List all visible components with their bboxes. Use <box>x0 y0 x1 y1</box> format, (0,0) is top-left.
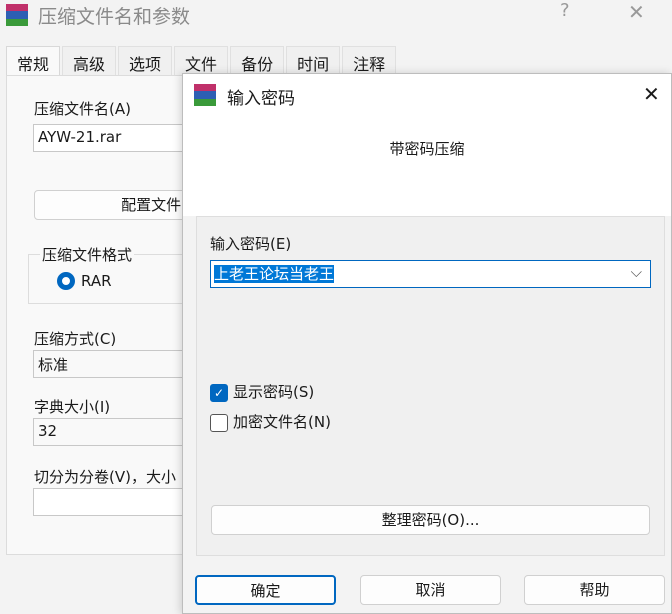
tab-comment[interactable]: 注释 <box>342 46 397 76</box>
tab-files[interactable]: 文件 <box>174 46 229 76</box>
tab-advanced[interactable]: 高级 <box>62 46 117 76</box>
tab-backup[interactable]: 备份 <box>230 46 285 76</box>
tab-bar: 常规 高级 选项 文件 备份 时间 注释 <box>6 46 398 76</box>
checkbox-box <box>210 413 228 432</box>
check-icon: ✓ <box>210 383 228 402</box>
help-button[interactable]: 帮助 <box>524 575 665 605</box>
winrar-logo-icon <box>6 4 28 26</box>
split-input[interactable] <box>33 488 193 516</box>
close-icon[interactable]: ✕ <box>628 0 645 24</box>
dialog-subtitle: 带密码压缩 <box>389 140 465 158</box>
password-combobox[interactable]: 上老王论坛当老王 ⌵ <box>210 260 651 288</box>
rar-label: RAR <box>81 272 112 290</box>
show-password-label: 显示密码(S) <box>233 383 315 401</box>
profile-button[interactable]: 配置文件( <box>34 190 194 220</box>
tab-general[interactable]: 常规 <box>6 46 61 76</box>
show-password-checkbox[interactable]: ✓ 显示密码(S) <box>210 381 314 402</box>
archive-name-label: 压缩文件名(A) <box>34 100 131 118</box>
dict-select[interactable]: 32 <box>33 418 193 446</box>
tab-options[interactable]: 选项 <box>118 46 173 76</box>
tab-time[interactable]: 时间 <box>286 46 341 76</box>
chevron-down-icon[interactable]: ⌵ <box>631 263 642 281</box>
password-panel: 输入密码(E) 上老王论坛当老王 ⌵ ✓ 显示密码(S) 加密文件名(N) 整理密… <box>196 216 665 556</box>
organize-passwords-button[interactable]: 整理密码(O)... <box>211 505 650 535</box>
ok-button[interactable]: 确定 <box>195 575 336 605</box>
encrypt-names-checkbox[interactable]: 加密文件名(N) <box>210 411 331 432</box>
winrar-logo-icon <box>194 84 216 106</box>
split-label: 切分为分卷(V)，大小 <box>34 468 176 486</box>
method-label: 压缩方式(C) <box>34 330 117 348</box>
window-title: 压缩文件名和参数 <box>38 6 191 28</box>
help-icon[interactable]: ? <box>560 0 570 21</box>
method-select[interactable]: 标准 <box>33 350 193 378</box>
dialog-header: 输入密码 ✕ 带密码压缩 <box>183 74 671 216</box>
dialog-close-icon[interactable]: ✕ <box>643 82 660 106</box>
cancel-button[interactable]: 取消 <box>360 575 501 605</box>
dialog-title: 输入密码 <box>227 89 295 109</box>
password-label: 输入密码(E) <box>210 235 292 253</box>
format-group-label: 压缩文件格式 <box>40 244 135 265</box>
encrypt-names-label: 加密文件名(N) <box>233 413 331 431</box>
password-value: 上老王论坛当老王 <box>214 265 335 283</box>
archive-name-input[interactable]: AYW-21.rar <box>33 124 193 152</box>
rar-radio[interactable] <box>57 272 75 290</box>
dict-label: 字典大小(I) <box>34 398 111 416</box>
password-dialog: 输入密码 ✕ 带密码压缩 输入密码(E) 上老王论坛当老王 ⌵ ✓ 显示密码(S)… <box>182 73 672 614</box>
